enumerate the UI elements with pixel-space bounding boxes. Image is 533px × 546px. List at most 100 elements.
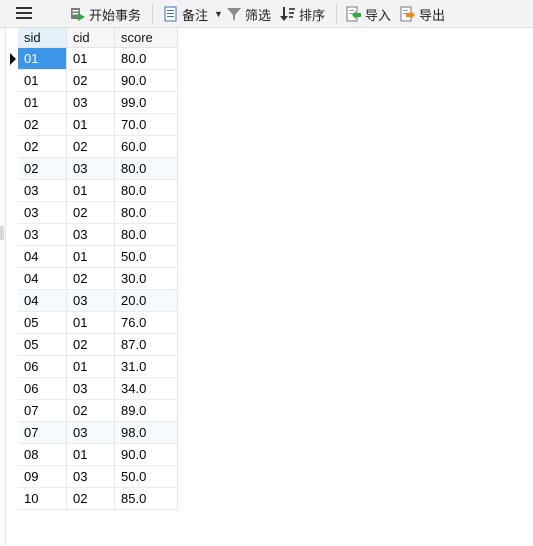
export-icon [400,6,415,22]
cell-cid[interactable]: 03 [67,422,115,444]
table-row[interactable]: 01 01 80.0 [6,48,178,70]
cell-score[interactable]: 87.0 [115,334,178,356]
cell-score[interactable]: 80.0 [115,224,178,246]
cell-score[interactable]: 20.0 [115,290,178,312]
cell-cid[interactable]: 03 [67,378,115,400]
cell-sid[interactable]: 04 [18,268,67,290]
table-row[interactable]: 03 03 80.0 [6,224,178,246]
cell-sid[interactable]: 03 [18,180,67,202]
cell-sid[interactable]: 07 [18,422,67,444]
cell-cid[interactable]: 03 [67,92,115,114]
cell-sid[interactable]: 01 [18,70,67,92]
cell-cid[interactable]: 01 [67,48,115,70]
table-row[interactable]: 04 01 50.0 [6,246,178,268]
cell-sid[interactable]: 02 [18,136,67,158]
cell-cid[interactable]: 03 [67,290,115,312]
cell-sid[interactable]: 02 [18,114,67,136]
table-row[interactable]: 05 02 87.0 [6,334,178,356]
cell-score[interactable]: 60.0 [115,136,178,158]
filter-button[interactable]: 筛选 [226,4,271,24]
cell-sid[interactable]: 04 [18,290,67,312]
cell-sid[interactable]: 04 [18,246,67,268]
cell-sid[interactable]: 10 [18,488,67,510]
table-row[interactable]: 03 02 80.0 [6,202,178,224]
table-row[interactable]: 05 01 76.0 [6,312,178,334]
table-row[interactable]: 03 01 80.0 [6,180,178,202]
cell-sid[interactable]: 01 [18,48,67,70]
cell-score[interactable]: 98.0 [115,422,178,444]
table-row[interactable]: 01 02 90.0 [6,70,178,92]
hamburger-menu-icon[interactable] [16,7,32,21]
cell-score[interactable]: 34.0 [115,378,178,400]
cell-score[interactable]: 80.0 [115,180,178,202]
export-button[interactable]: 导出 [400,4,445,24]
cell-sid[interactable]: 06 [18,356,67,378]
cell-cid[interactable]: 01 [67,180,115,202]
cell-score[interactable]: 89.0 [115,400,178,422]
cell-score[interactable]: 90.0 [115,444,178,466]
table-row[interactable]: 07 02 89.0 [6,400,178,422]
cell-cid[interactable]: 02 [67,488,115,510]
cell-cid[interactable]: 01 [67,444,115,466]
export-label: 导出 [419,7,446,23]
column-header-score[interactable]: score [115,28,178,48]
cell-sid[interactable]: 08 [18,444,67,466]
table-row[interactable]: 10 02 85.0 [6,488,178,510]
cell-score[interactable]: 50.0 [115,246,178,268]
table-row[interactable]: 09 03 50.0 [6,466,178,488]
table-row[interactable]: 06 01 31.0 [6,356,178,378]
cell-cid[interactable]: 03 [67,466,115,488]
column-header-cid[interactable]: cid [67,28,115,48]
cell-cid[interactable]: 02 [67,268,115,290]
cell-sid[interactable]: 02 [18,158,67,180]
table-row[interactable]: 02 02 60.0 [6,136,178,158]
import-button[interactable]: 导入 [346,4,391,24]
cell-score[interactable]: 70.0 [115,114,178,136]
memo-button[interactable]: 备注 ▼ [163,4,223,24]
filter-label: 筛选 [245,7,272,23]
cell-sid[interactable]: 09 [18,466,67,488]
cell-score[interactable]: 99.0 [115,92,178,114]
panel-splitter-handle[interactable] [0,226,4,240]
cell-score[interactable]: 85.0 [115,488,178,510]
sort-button[interactable]: 排序 [280,4,325,24]
cell-cid[interactable]: 01 [67,312,115,334]
cell-sid[interactable]: 05 [18,334,67,356]
table-row[interactable]: 04 02 30.0 [6,268,178,290]
cell-score[interactable]: 31.0 [115,356,178,378]
cell-cid[interactable]: 03 [67,158,115,180]
cell-sid[interactable]: 06 [18,378,67,400]
cell-cid[interactable]: 03 [67,224,115,246]
table-row[interactable]: 07 03 98.0 [6,422,178,444]
cell-sid[interactable]: 07 [18,400,67,422]
begin-transaction-label: 开始事务 [89,7,142,23]
cell-sid[interactable]: 03 [18,224,67,246]
cell-cid[interactable]: 01 [67,356,115,378]
cell-cid[interactable]: 02 [67,334,115,356]
table-row[interactable]: 06 03 34.0 [6,378,178,400]
begin-transaction-button[interactable]: 开始事务 [70,4,141,24]
table-row[interactable]: 02 03 80.0 [6,158,178,180]
column-header-sid[interactable]: sid [18,28,67,48]
memo-dropdown-caret-icon[interactable]: ▼ [214,9,223,19]
cell-sid[interactable]: 05 [18,312,67,334]
cell-cid[interactable]: 02 [67,70,115,92]
table-row[interactable]: 01 03 99.0 [6,92,178,114]
cell-score[interactable]: 80.0 [115,48,178,70]
cell-score[interactable]: 80.0 [115,202,178,224]
cell-score[interactable]: 30.0 [115,268,178,290]
cell-score[interactable]: 90.0 [115,70,178,92]
table-row[interactable]: 04 03 20.0 [6,290,178,312]
cell-cid[interactable]: 01 [67,114,115,136]
cell-score[interactable]: 76.0 [115,312,178,334]
table-row[interactable]: 08 01 90.0 [6,444,178,466]
table-row[interactable]: 02 01 70.0 [6,114,178,136]
cell-cid[interactable]: 01 [67,246,115,268]
cell-cid[interactable]: 02 [67,202,115,224]
cell-cid[interactable]: 02 [67,400,115,422]
cell-score[interactable]: 80.0 [115,158,178,180]
cell-score[interactable]: 50.0 [115,466,178,488]
cell-sid[interactable]: 03 [18,202,67,224]
cell-sid[interactable]: 01 [18,92,67,114]
cell-cid[interactable]: 02 [67,136,115,158]
